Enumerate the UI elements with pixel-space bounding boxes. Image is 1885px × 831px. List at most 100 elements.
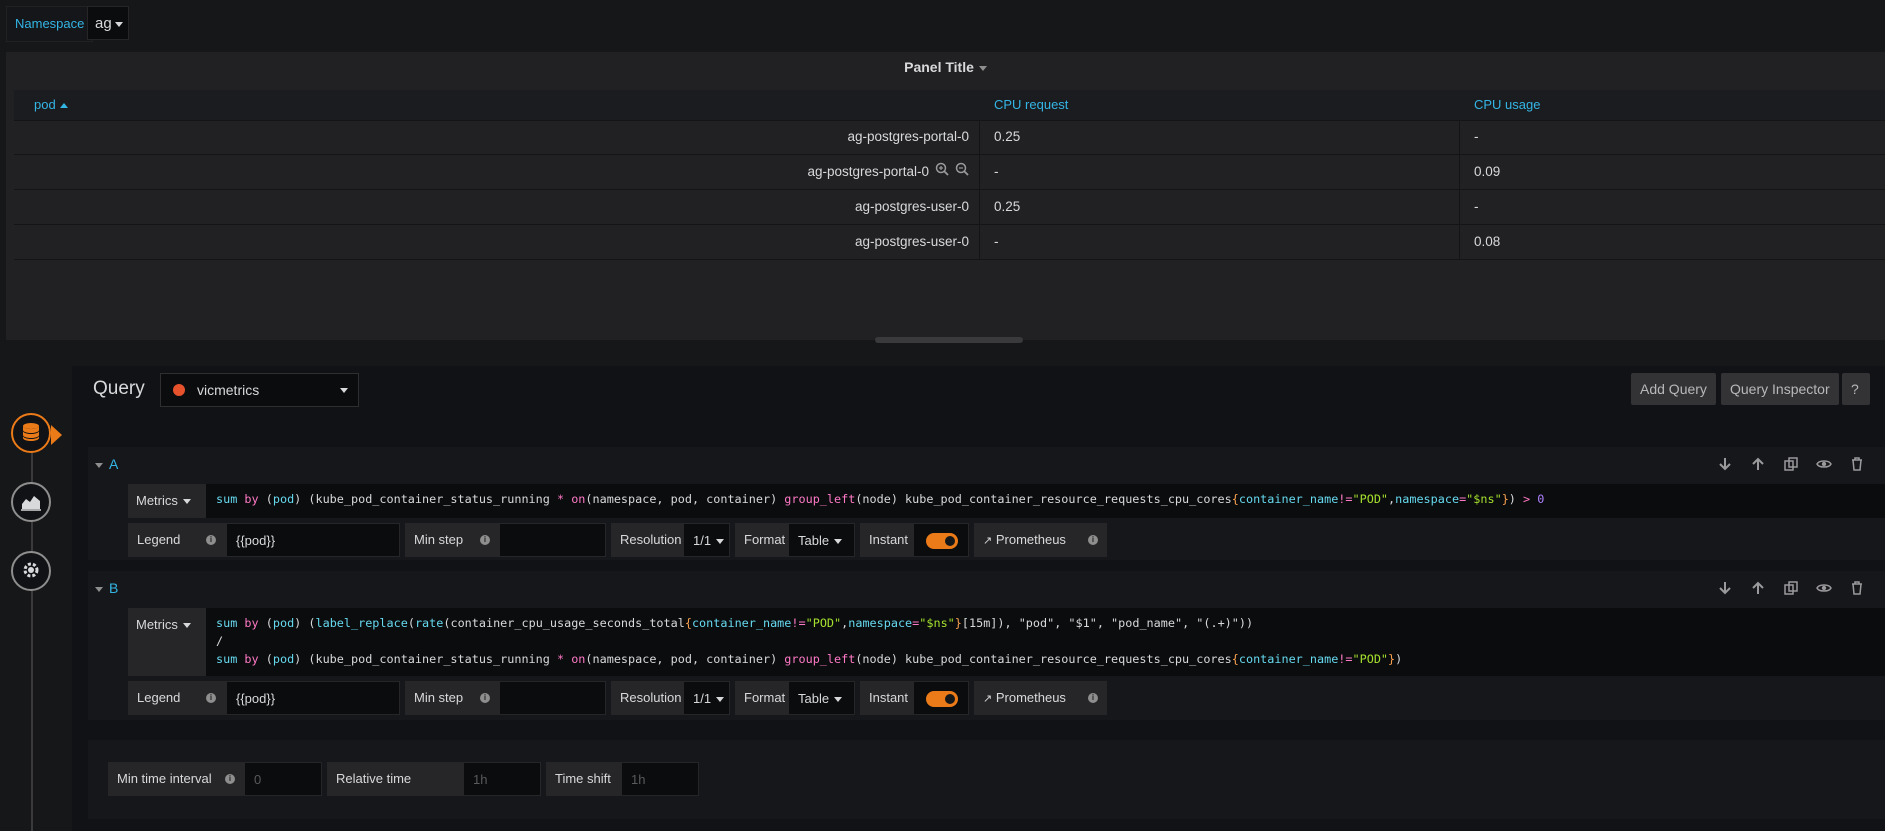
prometheus-link[interactable]: ↗ Prometheus i [974, 681, 1107, 715]
external-link-icon: ↗ [983, 535, 993, 547]
min-step-input[interactable] [499, 681, 606, 715]
query-type-label: Metrics [136, 617, 178, 632]
chevron-down-icon [716, 697, 725, 703]
collapse-icon [95, 586, 103, 592]
format-label: Format [735, 523, 788, 557]
query-row-header-b[interactable]: B [88, 571, 1885, 605]
min-time-interval-input[interactable]: 0 [244, 762, 322, 796]
eye-icon[interactable] [1816, 580, 1832, 596]
sidebar-general-button[interactable] [11, 551, 51, 591]
area-chart-icon [20, 490, 42, 515]
table-row: ag-postgres-portal-0 - 0.09 [14, 155, 1885, 190]
format-select[interactable]: Table [788, 523, 855, 557]
namespace-value: ag [95, 15, 112, 32]
query-expression-input[interactable]: sum by (pod) (label_replace(rate(contain… [206, 608, 1885, 676]
min-step-label-text: Min step [414, 690, 464, 705]
panel-title[interactable]: Panel Title [6, 52, 1885, 82]
table-header: pod CPU request CPU usage [14, 90, 1885, 121]
editor-title: Query [93, 378, 145, 399]
query-ref-b[interactable]: B [95, 571, 118, 605]
table-row: ag-postgres-portal-0 0.25 - [14, 120, 1885, 155]
info-icon[interactable]: i [1088, 535, 1098, 545]
add-query-button[interactable]: Add Query [1631, 373, 1716, 405]
query-type-button[interactable]: Metrics [128, 608, 206, 676]
chevron-down-icon [114, 21, 123, 27]
prometheus-link[interactable]: ↗ Prometheus i [974, 523, 1107, 557]
move-up-icon[interactable] [1750, 456, 1766, 472]
eye-icon[interactable] [1816, 456, 1832, 472]
panel-resize-handle[interactable] [875, 337, 1023, 343]
info-icon[interactable]: i [480, 693, 490, 703]
resolution-select[interactable]: 1/1 [683, 681, 730, 715]
min-time-interval-text: Min time interval [117, 771, 212, 786]
min-step-input[interactable] [499, 523, 606, 557]
chevron-down-icon [834, 539, 843, 545]
move-up-icon[interactable] [1750, 580, 1766, 596]
prometheus-label: Prometheus [995, 690, 1066, 705]
info-icon[interactable]: i [206, 535, 216, 545]
toggle-switch[interactable] [926, 691, 958, 707]
sidebar-visualization-button[interactable] [11, 482, 51, 522]
query-ref-a[interactable]: A [95, 447, 118, 481]
resolution-value: 1/1 [693, 691, 712, 706]
format-select[interactable]: Table [788, 681, 855, 715]
info-icon[interactable]: i [225, 774, 235, 784]
min-step-label-text: Min step [414, 532, 464, 547]
table-row: ag-postgres-user-0 - 0.08 [14, 225, 1885, 260]
cell-cpu-request: 0.25 [980, 120, 1460, 154]
filter-out-value-icon[interactable] [955, 155, 969, 189]
query-row-header-a[interactable]: A [88, 447, 1885, 481]
instant-toggle[interactable] [913, 523, 969, 557]
query-row-body-a: Metrics sum by (pod) (kube_pod_container… [88, 481, 1885, 560]
database-icon [20, 421, 42, 446]
chevron-down-icon [340, 388, 348, 393]
trash-icon[interactable] [1849, 456, 1865, 472]
namespace-variable-select[interactable]: ag [87, 6, 129, 40]
query-type-label: Metrics [136, 493, 178, 508]
filter-for-value-icon[interactable] [935, 155, 949, 189]
legend-label-text: Legend [137, 532, 181, 547]
chevron-down-icon [834, 697, 843, 703]
trash-icon[interactable] [1849, 580, 1865, 596]
resolution-select[interactable]: 1/1 [683, 523, 730, 557]
resolution-value: 1/1 [693, 533, 712, 548]
legend-input[interactable]: {{pod}} [226, 681, 400, 715]
cell-pod-text: ag-postgres-portal-0 [807, 164, 929, 179]
query-type-button[interactable]: Metrics [128, 484, 206, 518]
info-icon[interactable]: i [206, 693, 216, 703]
info-icon[interactable]: i [1088, 693, 1098, 703]
cell-cpu-usage: - [1474, 199, 1479, 214]
sidebar-queries-button[interactable] [11, 413, 51, 453]
toggle-switch[interactable] [926, 533, 958, 549]
duplicate-icon[interactable] [1783, 580, 1799, 596]
help-button[interactable]: ? [1842, 373, 1870, 405]
datasource-name: vicmetrics [197, 382, 260, 398]
cell-pod: ag-postgres-portal-0 [14, 120, 980, 154]
legend-input[interactable]: {{pod}} [226, 523, 400, 557]
column-header-pod[interactable]: pod [34, 90, 68, 120]
chevron-down-icon [182, 623, 191, 629]
active-indicator-arrow [51, 425, 62, 445]
move-down-icon[interactable] [1717, 580, 1733, 596]
time-shift-input[interactable]: 1h [621, 762, 699, 796]
info-icon[interactable]: i [480, 535, 490, 545]
instant-label: Instant [860, 681, 913, 715]
query-expression-input[interactable]: sum by (pod) (kube_pod_container_status_… [206, 484, 1885, 518]
chevron-down-icon [182, 499, 191, 505]
legend-label: Legend i [128, 523, 226, 557]
query-inspector-button[interactable]: Query Inspector [1721, 373, 1839, 405]
panel-title-text: Panel Title [904, 59, 974, 75]
resolution-label: Resolution [611, 523, 683, 557]
datasource-select[interactable]: vicmetrics [160, 373, 359, 407]
query-ref-label: A [109, 456, 119, 472]
column-header-cpu-request[interactable]: CPU request [994, 90, 1068, 120]
instant-toggle[interactable] [913, 681, 969, 715]
move-down-icon[interactable] [1717, 456, 1733, 472]
format-value: Table [798, 691, 830, 706]
relative-time-input[interactable]: 1h [463, 762, 541, 796]
time-shift-label: Time shift [546, 762, 621, 796]
column-header-cpu-usage[interactable]: CPU usage [1474, 90, 1540, 120]
query-row-actions [1717, 580, 1865, 596]
table-row: ag-postgres-user-0 0.25 - [14, 190, 1885, 225]
duplicate-icon[interactable] [1783, 456, 1799, 472]
